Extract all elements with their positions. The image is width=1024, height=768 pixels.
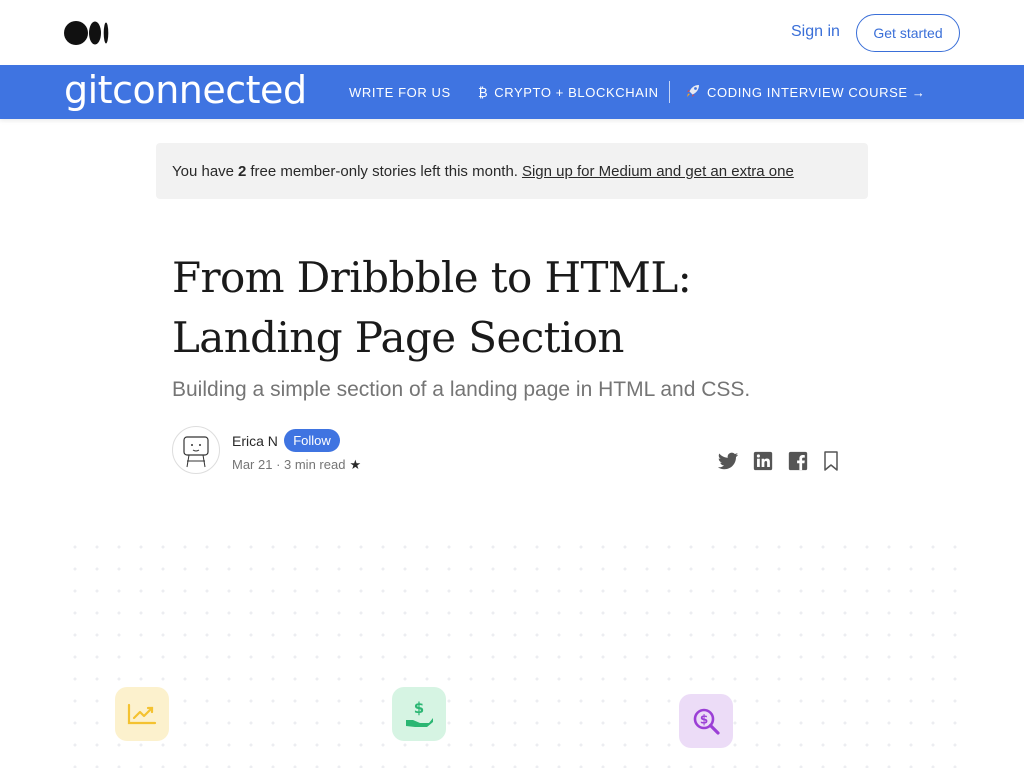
bitcoin-icon: ₿: [478, 84, 489, 100]
search-dollar-icon: $: [693, 708, 720, 735]
author-avatar[interactable]: [172, 426, 220, 474]
nav-divider: [669, 81, 670, 103]
nav-coding-interview-course[interactable]: CODING INTERVIEW COURSE →: [685, 65, 925, 119]
svg-text:$: $: [414, 699, 424, 717]
article-date-readtime: Mar 21 · 3 min read: [232, 457, 346, 472]
feature-card-icon-1: [115, 687, 169, 741]
bookmark-icon[interactable]: [821, 450, 841, 472]
twitter-icon[interactable]: [717, 450, 739, 472]
chart-growth-icon: [127, 703, 157, 725]
member-banner: You have 2 free member-only stories left…: [156, 143, 868, 199]
author-name[interactable]: Erica N: [232, 433, 278, 449]
publication-bar: gitconnected WRITE FOR US ₿ CRYPTO + BLO…: [0, 65, 1024, 119]
linkedin-icon[interactable]: [752, 450, 774, 472]
facebook-icon[interactable]: [787, 450, 809, 472]
article-meta: Mar 21 · 3 min read ★: [232, 457, 361, 473]
sign-in-link[interactable]: Sign in: [791, 23, 840, 41]
banner-signup-link[interactable]: Sign up for Medium and get an extra one: [522, 163, 794, 180]
banner-suffix: free member-only stories left this month…: [250, 162, 518, 180]
feature-card-icon-3: $: [679, 694, 733, 748]
banner-prefix: You have: [172, 162, 235, 180]
nav-write-for-us[interactable]: WRITE FOR US: [349, 65, 451, 119]
money-hand-icon: $: [406, 699, 433, 727]
publication-logo[interactable]: gitconnected: [64, 68, 307, 112]
nav-course-label: CODING INTERVIEW COURSE →: [707, 84, 926, 100]
article-title: From Dribbble to HTML: Landing Page Sect…: [172, 248, 792, 368]
avatar-drawing-icon: [183, 436, 209, 468]
follow-button[interactable]: Follow: [284, 429, 340, 452]
title-line-2: Landing Page Section: [172, 313, 624, 362]
medium-logo-icon[interactable]: [64, 21, 110, 45]
top-header: Sign in Get started: [0, 0, 1024, 65]
get-started-button[interactable]: Get started: [856, 14, 960, 52]
nav-write-label: WRITE FOR US: [349, 84, 451, 100]
rocket-icon: [685, 83, 701, 102]
svg-text:$: $: [700, 713, 708, 727]
feature-card-icon-2: $: [392, 687, 446, 741]
title-line-1: From Dribbble to HTML:: [172, 253, 692, 302]
nav-crypto-label: CRYPTO + BLOCKCHAIN: [494, 84, 659, 100]
article-subtitle: Building a simple section of a landing p…: [172, 378, 751, 401]
nav-crypto-blockchain[interactable]: ₿ CRYPTO + BLOCKCHAIN: [478, 65, 659, 119]
member-star-icon: ★: [349, 457, 362, 472]
banner-count: 2: [238, 162, 247, 180]
article-hero-image: [64, 536, 960, 768]
